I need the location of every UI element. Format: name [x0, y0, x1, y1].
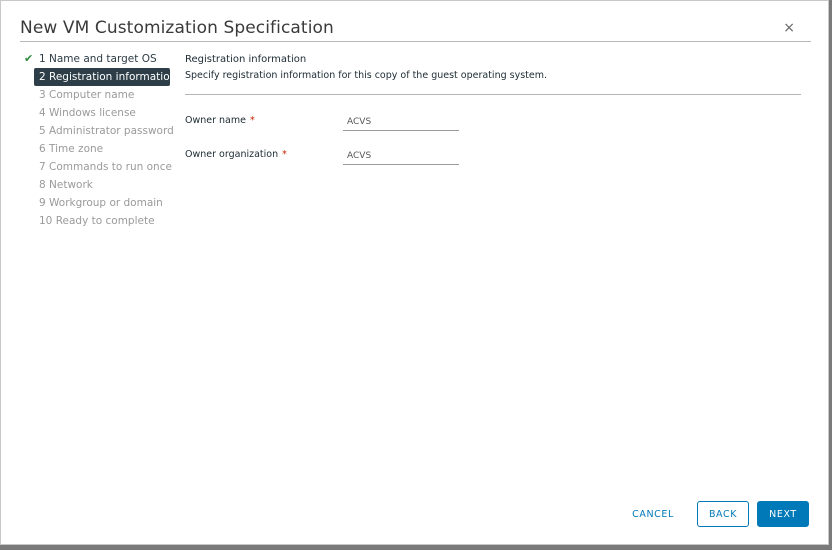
close-icon[interactable]: ×: [783, 19, 795, 37]
section-title: Registration information: [185, 54, 307, 65]
step-workgroup-or-domain: 9 Workgroup or domain: [24, 194, 174, 212]
required-marker: *: [249, 115, 255, 126]
owner-organization-row: Owner organization *: [185, 145, 465, 167]
section-description: Specify registration information for thi…: [185, 70, 548, 81]
required-marker: *: [282, 149, 287, 160]
step-label: 2 Registration information: [39, 71, 177, 83]
next-button[interactable]: NEXT: [757, 501, 809, 527]
step-network: 8 Network: [24, 176, 174, 194]
step-label: 1 Name and target OS: [39, 53, 157, 65]
step-content: Registration information Specify registr…: [185, 53, 801, 165]
back-button[interactable]: BACK: [697, 501, 749, 527]
step-label: 5 Administrator password: [39, 125, 174, 137]
step-label: 7 Commands to run once: [39, 161, 172, 173]
step-label: 6 Time zone: [39, 143, 104, 155]
wizard-steps: ✔ 1 Name and target OS 2 Registration in…: [24, 50, 176, 230]
section-divider: [185, 94, 801, 95]
step-label: 9 Workgroup or domain: [39, 197, 163, 209]
step-ready-to-complete: 10 Ready to complete: [24, 212, 174, 230]
step-commands-to-run-once: 7 Commands to run once: [24, 158, 174, 176]
owner-name-row: Owner name *: [185, 111, 465, 133]
step-label: 4 Windows license: [39, 107, 136, 119]
step-computer-name: 3 Computer name: [24, 86, 174, 104]
step-label: 10 Ready to complete: [39, 215, 155, 227]
step-name-and-target-os[interactable]: ✔ 1 Name and target OS: [24, 50, 174, 68]
step-windows-license: 4 Windows license: [24, 104, 174, 122]
owner-name-label: Owner name *: [185, 115, 255, 126]
step-administrator-password: 5 Administrator password: [24, 122, 174, 140]
dialog-title: New VM Customization Specification: [20, 18, 334, 38]
customization-spec-dialog: New VM Customization Specification × ✔ 1…: [0, 0, 829, 545]
step-label: 3 Computer name: [39, 89, 135, 101]
owner-name-input[interactable]: [343, 111, 459, 131]
dialog-header: New VM Customization Specification ×: [20, 17, 811, 42]
step-time-zone: 6 Time zone: [24, 140, 174, 158]
step-label: 8 Network: [39, 179, 93, 191]
checkmark-icon: ✔: [24, 52, 34, 65]
step-registration-information[interactable]: 2 Registration information: [34, 68, 176, 86]
owner-organization-label: Owner organization *: [185, 149, 287, 160]
owner-organization-input[interactable]: [343, 145, 459, 165]
cancel-button[interactable]: CANCEL: [625, 501, 681, 527]
